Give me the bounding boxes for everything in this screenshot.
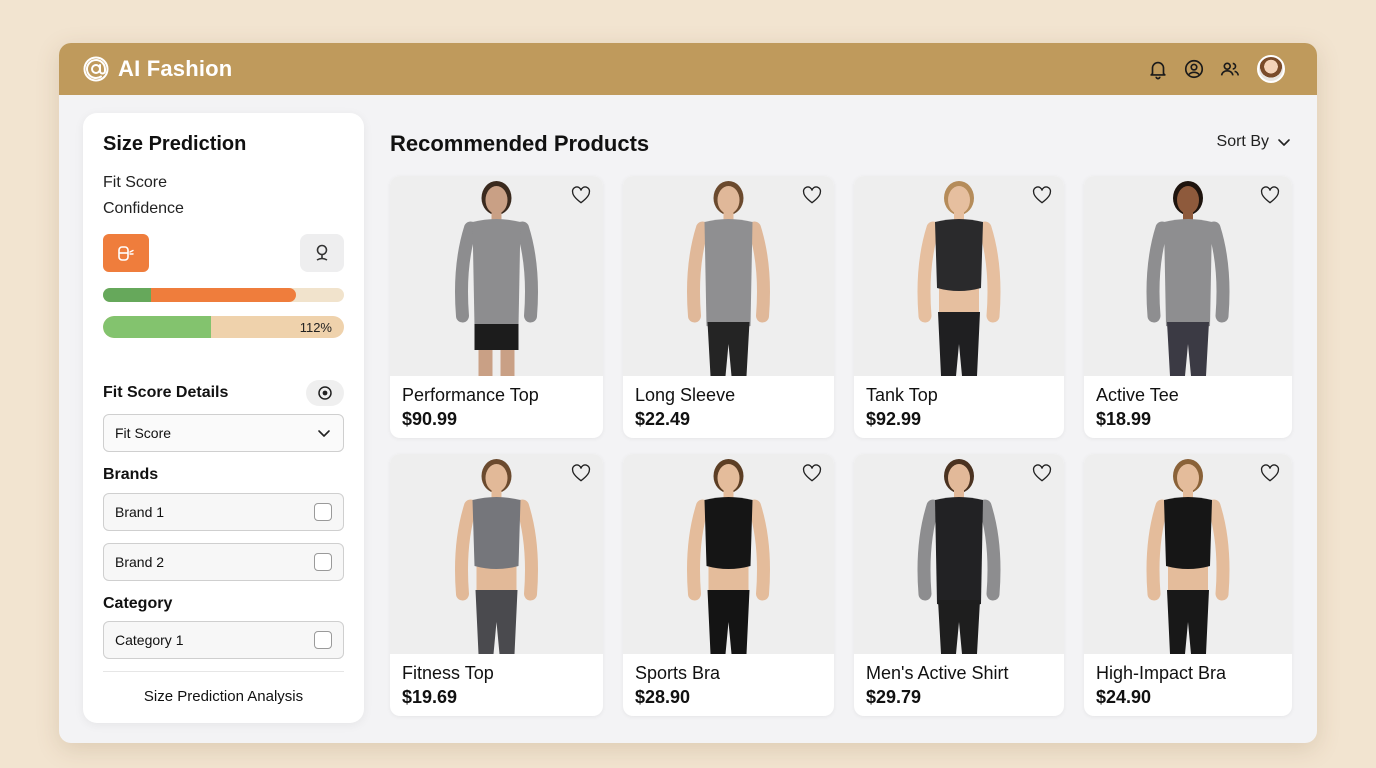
brand-filter-row[interactable]: Brand 2 xyxy=(103,543,344,581)
heart-icon[interactable] xyxy=(802,464,822,484)
user-avatar[interactable] xyxy=(1257,55,1285,83)
product-photo xyxy=(917,181,1001,376)
panel-button-row xyxy=(103,234,344,272)
confidence-label: Confidence xyxy=(103,200,184,217)
product-name: Sports Bra xyxy=(635,663,721,683)
brands-title: Brands xyxy=(103,466,159,483)
product-price: $90.99 xyxy=(402,409,458,429)
product-name: Active Tee xyxy=(1096,385,1179,405)
fit-score-bar xyxy=(103,288,344,302)
product-image[interactable] xyxy=(390,454,603,654)
product-photo xyxy=(687,181,770,376)
product-photo xyxy=(1146,181,1230,376)
confidence-bar: 112% xyxy=(103,316,344,338)
fit-bar-green-segment xyxy=(103,288,152,302)
target-icon xyxy=(318,386,332,400)
confidence-bar-fill xyxy=(103,316,212,338)
product-price: $18.99 xyxy=(1096,409,1152,429)
product-price: $28.90 xyxy=(635,687,691,707)
size-prediction-analysis-link[interactable]: Size Prediction Analysis xyxy=(103,688,344,705)
app-title: AI Fashion xyxy=(118,56,233,81)
sort-by-dropdown[interactable]: Sort By xyxy=(1217,133,1291,151)
chevron-down-icon xyxy=(1278,139,1290,146)
product-card[interactable]: High-Impact Bra $24.90 xyxy=(1084,454,1292,716)
product-image[interactable] xyxy=(623,176,834,376)
category-checkbox[interactable] xyxy=(314,631,332,649)
users-icon[interactable] xyxy=(1219,58,1241,80)
product-name: Fitness Top xyxy=(402,663,494,683)
product-card[interactable]: Long Sleeve $22.49 xyxy=(623,176,834,438)
fit-score-details-row: Fit Score Details xyxy=(103,380,344,406)
product-price: $22.49 xyxy=(635,409,691,429)
fit-score-details-title: Fit Score Details xyxy=(103,384,229,401)
fit-score-select[interactable]: Fit Score xyxy=(103,414,344,452)
app-window: AI Fashion Size Prediction Fit Score Con… xyxy=(59,43,1317,743)
top-icons xyxy=(1133,43,1285,95)
product-card[interactable]: Performance Top $90.99 xyxy=(390,176,603,438)
product-card[interactable]: Sports Bra $28.90 xyxy=(623,454,834,716)
product-photo xyxy=(917,459,1001,654)
target-button[interactable] xyxy=(306,380,344,406)
heart-icon[interactable] xyxy=(1260,186,1280,206)
product-grid: Performance Top $90.99 Long Sleeve $22.49 Ta… xyxy=(390,176,1294,716)
product-price: $29.79 xyxy=(866,687,922,707)
confidence-percent: 112% xyxy=(299,320,332,335)
fit-score-label: Fit Score xyxy=(103,174,168,191)
category-filter-row[interactable]: Category 1 xyxy=(103,621,344,659)
fit-bar-orange-segment xyxy=(151,288,296,302)
product-price: $92.99 xyxy=(866,409,922,429)
bell-icon[interactable] xyxy=(1147,58,1169,80)
size-scan-button[interactable] xyxy=(103,234,149,272)
panel-title: Size Prediction xyxy=(103,133,247,155)
brand-filter-label: Brand 1 xyxy=(115,504,165,520)
brand-filter-row[interactable]: Brand 1 xyxy=(103,493,344,531)
account-circle-icon[interactable] xyxy=(1183,58,1205,80)
fit-score-select-value: Fit Score xyxy=(115,425,172,441)
category-filter-label: Category 1 xyxy=(115,632,184,648)
size-scan-icon xyxy=(118,246,134,261)
heart-icon[interactable] xyxy=(1260,464,1280,484)
product-image[interactable] xyxy=(1084,454,1292,654)
heart-icon[interactable] xyxy=(571,186,591,206)
section-title: Recommended Products xyxy=(390,131,650,156)
product-name: Men's Active Shirt xyxy=(866,663,1009,683)
product-card[interactable]: Tank Top $92.99 xyxy=(854,176,1064,438)
brand[interactable]: AI Fashion xyxy=(83,56,232,82)
brand-filter-label: Brand 2 xyxy=(115,554,165,570)
product-image[interactable] xyxy=(854,176,1064,376)
at-logo-icon xyxy=(83,56,109,82)
product-name: Long Sleeve xyxy=(635,385,736,405)
product-card[interactable]: Active Tee $18.99 xyxy=(1084,176,1292,438)
product-card[interactable]: Men's Active Shirt $29.79 xyxy=(854,454,1064,716)
product-name: Tank Top xyxy=(866,385,938,405)
product-card[interactable]: Fitness Top $19.69 xyxy=(390,454,603,716)
product-price: $19.69 xyxy=(402,687,458,707)
product-name: Performance Top xyxy=(402,385,539,405)
top-bar: AI Fashion xyxy=(59,43,1317,95)
product-image[interactable] xyxy=(854,454,1064,654)
product-image[interactable] xyxy=(623,454,834,654)
product-image[interactable] xyxy=(390,176,603,376)
product-photo xyxy=(1146,459,1230,654)
heart-icon[interactable] xyxy=(571,464,591,484)
sort-by-label: Sort By xyxy=(1216,133,1269,150)
size-prediction-panel: Size Prediction Fit Score Confidence 112… xyxy=(83,113,364,723)
heart-icon[interactable] xyxy=(1032,464,1052,484)
brand-checkbox[interactable] xyxy=(314,553,332,571)
location-pin-icon xyxy=(316,244,328,261)
product-price: $24.90 xyxy=(1096,687,1152,707)
brand-checkbox[interactable] xyxy=(314,503,332,521)
location-button[interactable] xyxy=(300,234,344,272)
product-image[interactable] xyxy=(1084,176,1292,376)
product-photo xyxy=(687,459,770,654)
product-photo xyxy=(455,181,538,376)
product-photo xyxy=(455,459,538,654)
heart-icon[interactable] xyxy=(1032,186,1052,206)
product-name: High-Impact Bra xyxy=(1096,663,1227,683)
chevron-down-icon xyxy=(318,430,330,437)
heart-icon[interactable] xyxy=(802,186,822,206)
divider xyxy=(103,671,344,672)
category-title: Category xyxy=(103,595,173,612)
